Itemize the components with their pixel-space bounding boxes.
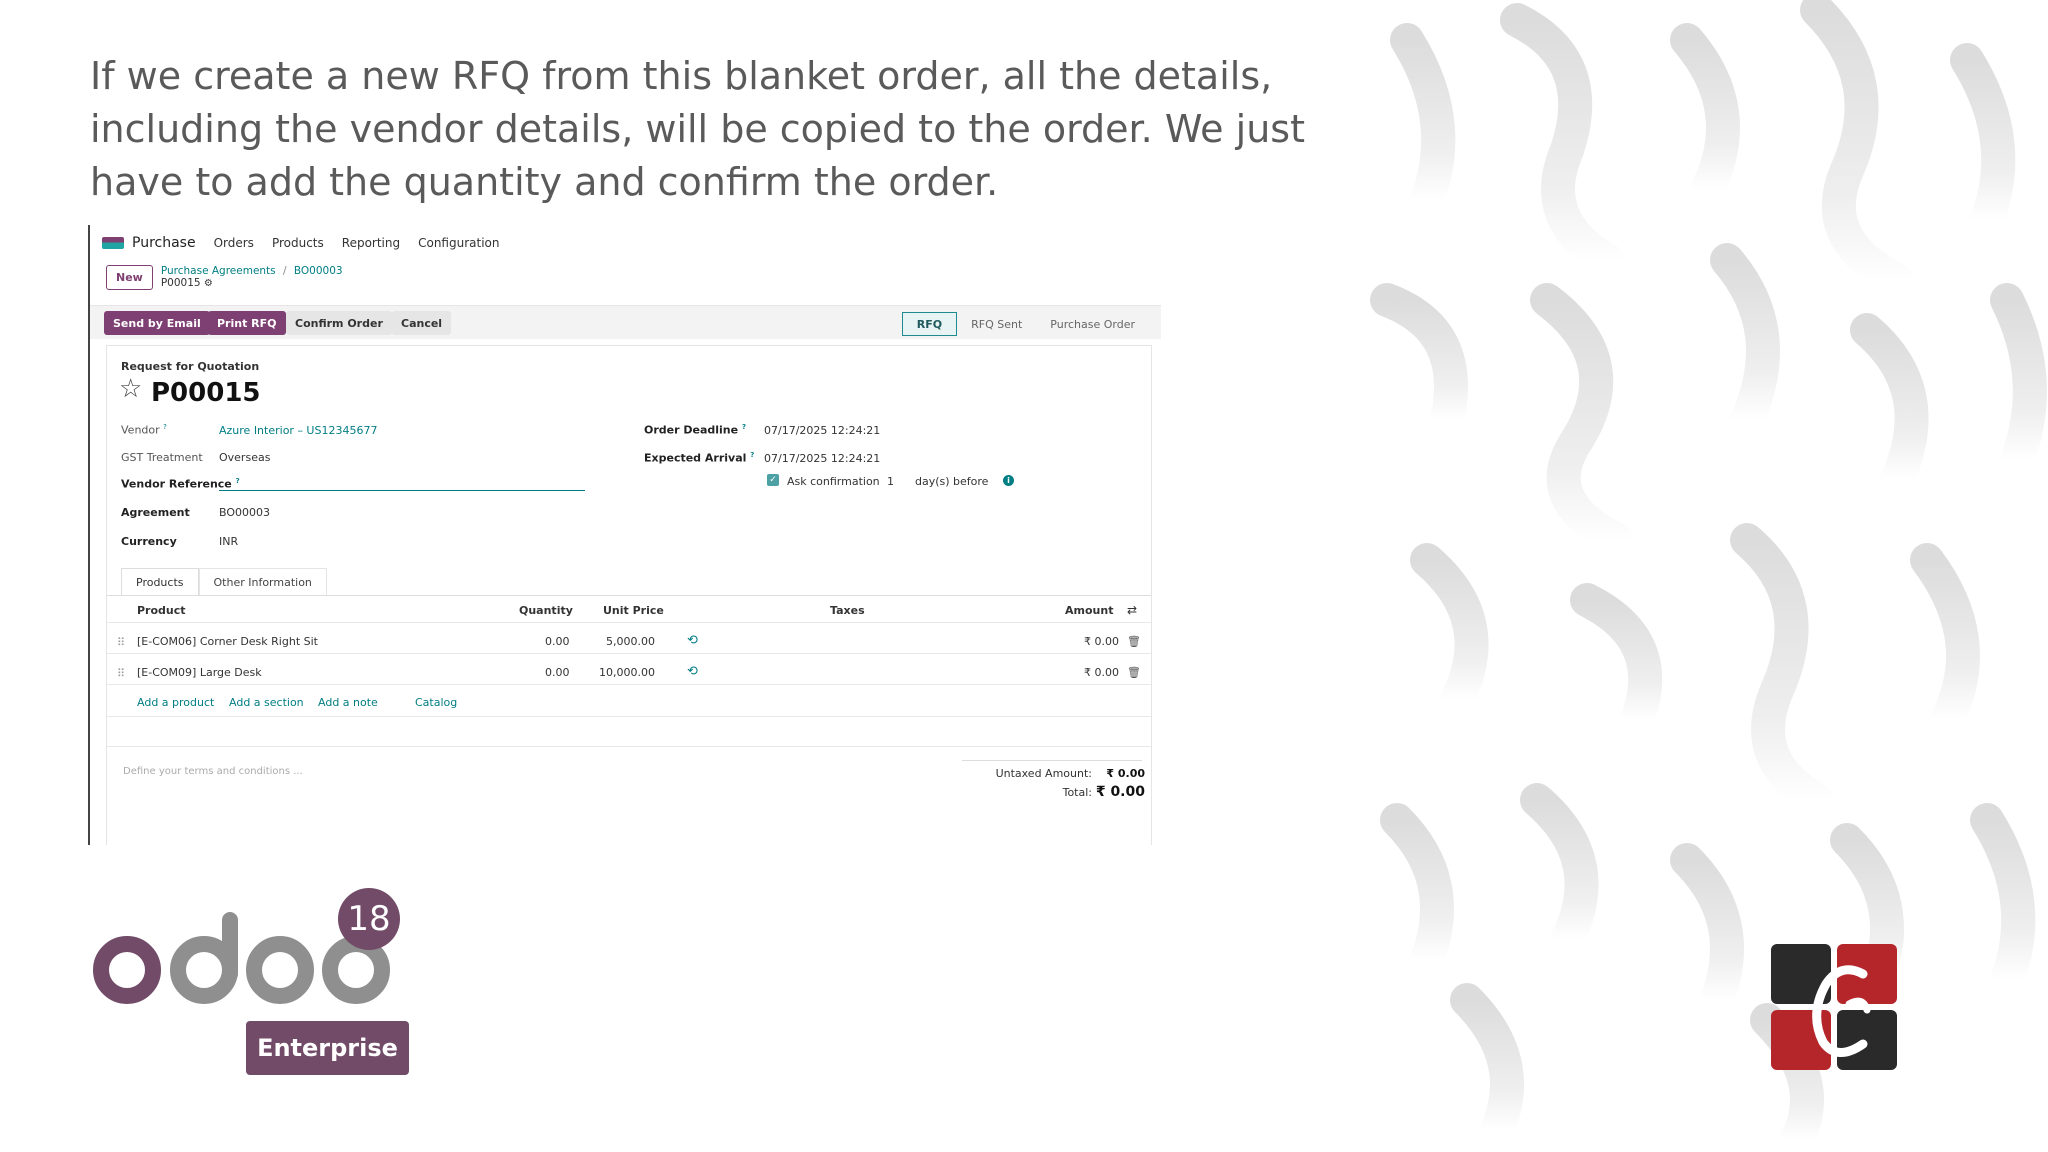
app-name[interactable]: Purchase bbox=[132, 235, 196, 251]
enterprise-badge: Enterprise bbox=[246, 1021, 409, 1075]
untaxed-amount-label: Untaxed Amount: bbox=[995, 767, 1092, 780]
confirm-order-button[interactable]: Confirm Order bbox=[286, 311, 392, 335]
cancel-button[interactable]: Cancel bbox=[392, 311, 452, 335]
refresh-price-icon[interactable]: ⟲ bbox=[687, 633, 698, 648]
add-note-link[interactable]: Add a note bbox=[318, 696, 378, 709]
star-icon[interactable]: ☆ bbox=[119, 374, 142, 404]
terms-input[interactable]: Define your terms and conditions ... bbox=[123, 766, 303, 777]
expected-arrival-field[interactable]: 07/17/2025 12:24:21 bbox=[764, 452, 880, 465]
order-deadline-field[interactable]: 07/17/2025 12:24:21 bbox=[764, 424, 880, 437]
status-bar: RFQ RFQ Sent Purchase Order bbox=[901, 311, 1149, 337]
row-1-amount: ₹ 0.00 bbox=[1084, 635, 1119, 648]
menu-reporting[interactable]: Reporting bbox=[342, 236, 400, 250]
slide-caption: If we create a new RFQ from this blanket… bbox=[90, 54, 1305, 204]
print-rfq-button[interactable]: Print RFQ bbox=[208, 311, 286, 335]
vendor-label: Vendor ? bbox=[121, 423, 167, 437]
row-1-product[interactable]: [E-COM06] Corner Desk Right Sit bbox=[137, 635, 318, 648]
order-deadline-label: Order Deadline ? bbox=[644, 423, 746, 437]
optional-columns-icon[interactable]: ⇄ bbox=[1127, 603, 1137, 617]
status-rfq-sent[interactable]: RFQ Sent bbox=[957, 312, 1036, 336]
notebook-tabs: Products Other Information bbox=[121, 568, 327, 596]
status-rfq[interactable]: RFQ bbox=[901, 312, 958, 336]
order-reference: P00015 bbox=[151, 378, 261, 408]
agreement-field[interactable]: BO00003 bbox=[219, 506, 270, 519]
row-1-quantity[interactable]: 0.00 bbox=[545, 635, 570, 648]
menu-products[interactable]: Products bbox=[272, 236, 324, 250]
row-2-product[interactable]: [E-COM09] Large Desk bbox=[137, 666, 262, 679]
breadcrumb: New Purchase Agreements / BO00003 P00015… bbox=[106, 265, 343, 290]
vendor-field[interactable]: Azure Interior – US12345677 bbox=[219, 424, 377, 437]
purchase-app-icon bbox=[102, 237, 124, 249]
form-sheet: Request for Quotation ☆ P00015 Vendor ? … bbox=[106, 345, 1152, 845]
trash-icon[interactable]: 🗑 bbox=[1127, 635, 1141, 648]
new-button[interactable]: New bbox=[106, 265, 153, 290]
reminder-days-field[interactable]: 1 bbox=[887, 475, 894, 488]
column-amount[interactable]: Amount bbox=[1065, 604, 1113, 617]
untaxed-amount-value: ₹ 0.00 bbox=[1106, 767, 1145, 780]
info-icon[interactable]: i bbox=[1003, 475, 1014, 486]
gst-treatment-label: GST Treatment bbox=[121, 451, 203, 464]
catalog-link[interactable]: Catalog bbox=[415, 696, 457, 709]
breadcrumb-blanket-order[interactable]: BO00003 bbox=[294, 265, 343, 277]
odoo-screenshot: Purchase Orders Products Reporting Confi… bbox=[88, 225, 1161, 845]
table-row-divider bbox=[107, 684, 1151, 685]
currency-field[interactable]: INR bbox=[219, 535, 238, 548]
breadcrumb-current: P00015 bbox=[160, 277, 201, 289]
decorative-pattern bbox=[1367, 0, 2048, 1152]
total-label: Total: bbox=[1062, 786, 1092, 799]
column-product[interactable]: Product bbox=[137, 604, 186, 617]
breadcrumb-separator: / bbox=[283, 265, 287, 277]
form-subtitle: Request for Quotation bbox=[121, 360, 260, 373]
company-logo bbox=[1771, 944, 1897, 1070]
drag-handle-icon[interactable]: ⠿ bbox=[117, 636, 125, 649]
tab-divider bbox=[107, 595, 1151, 596]
table-divider bbox=[107, 622, 1151, 623]
agreement-label: Agreement bbox=[121, 506, 190, 519]
refresh-price-icon[interactable]: ⟲ bbox=[687, 664, 698, 679]
vendor-reference-input[interactable] bbox=[219, 490, 585, 491]
currency-label: Currency bbox=[121, 535, 177, 548]
tab-other-information[interactable]: Other Information bbox=[198, 568, 327, 596]
table-row-divider bbox=[107, 653, 1151, 654]
column-unit-price[interactable]: Unit Price bbox=[603, 604, 664, 617]
drag-handle-icon[interactable]: ⠿ bbox=[117, 667, 125, 680]
vendor-reference-label: Vendor Reference ? bbox=[121, 477, 240, 491]
add-section-link[interactable]: Add a section bbox=[229, 696, 304, 709]
breadcrumb-purchase-agreements[interactable]: Purchase Agreements bbox=[161, 265, 276, 277]
top-navbar: Purchase Orders Products Reporting Confi… bbox=[90, 225, 1161, 261]
status-purchase-order[interactable]: Purchase Order bbox=[1036, 312, 1149, 336]
total-value: ₹ 0.00 bbox=[1095, 784, 1145, 800]
gst-treatment-field[interactable]: Overseas bbox=[219, 451, 270, 464]
trash-icon[interactable]: 🗑 bbox=[1127, 666, 1141, 679]
table-divider bbox=[107, 746, 1151, 747]
tab-products[interactable]: Products bbox=[121, 568, 199, 596]
ask-confirmation-label: Ask confirmation bbox=[787, 475, 880, 488]
row-2-quantity[interactable]: 0.00 bbox=[545, 666, 570, 679]
menu-orders[interactable]: Orders bbox=[214, 236, 254, 250]
expected-arrival-label: Expected Arrival ? bbox=[644, 451, 755, 465]
row-2-amount: ₹ 0.00 bbox=[1084, 666, 1119, 679]
days-before-label: day(s) before bbox=[915, 475, 989, 488]
gear-icon[interactable]: ⚙ bbox=[204, 278, 213, 289]
table-divider bbox=[107, 716, 1151, 717]
column-taxes[interactable]: Taxes bbox=[830, 604, 865, 617]
totals-divider bbox=[962, 760, 1142, 761]
ask-confirmation-checkbox[interactable]: ✓ bbox=[767, 474, 779, 486]
column-quantity[interactable]: Quantity bbox=[519, 604, 573, 617]
menu-configuration[interactable]: Configuration bbox=[418, 236, 499, 250]
version-badge: 18 bbox=[338, 888, 400, 950]
add-product-link[interactable]: Add a product bbox=[137, 696, 214, 709]
row-1-unit-price[interactable]: 5,000.00 bbox=[606, 635, 655, 648]
row-2-unit-price[interactable]: 10,000.00 bbox=[599, 666, 655, 679]
send-by-email-button[interactable]: Send by Email bbox=[104, 311, 210, 335]
